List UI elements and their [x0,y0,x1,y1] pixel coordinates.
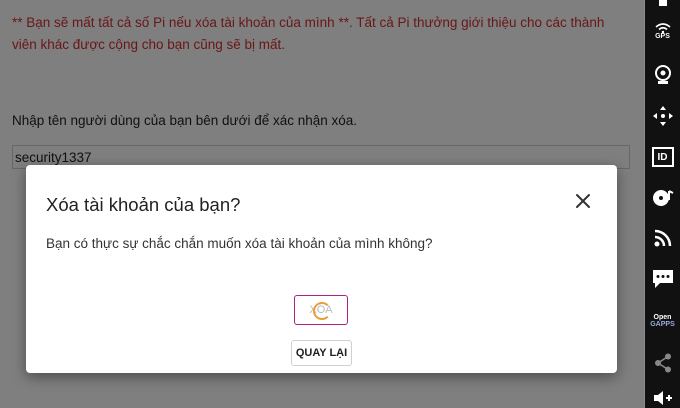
delete-button[interactable]: XÓA [294,295,348,325]
move-button[interactable] [645,101,680,131]
id-button[interactable]: ID [645,142,680,172]
webcam-button[interactable] [645,60,680,90]
delete-account-dialog: Xóa tài khoản của bạn? Bạn có thực sự ch… [26,165,617,373]
open-gapps-button[interactable]: Open GAPPS [645,306,680,336]
network-button[interactable] [645,223,680,253]
share-icon [654,353,671,373]
gps-label: GPS [655,32,670,40]
id-label: ID [657,151,668,163]
emulator-sidebar: GPS ID Open GAPPS [645,0,680,408]
rss-icon [654,229,671,247]
gps-button[interactable]: GPS [645,18,680,44]
volume-up-icon [653,391,672,405]
volume-up-button[interactable] [645,388,680,408]
share-button[interactable] [645,348,680,378]
close-button[interactable] [573,191,593,211]
loading-spinner-icon [313,302,331,320]
disc-icon [652,190,673,206]
open-gapps-label-2: GAPPS [650,321,675,328]
open-gapps-label-1: Open [653,314,672,321]
sms-button[interactable] [645,264,680,294]
webcam-icon [654,65,671,84]
message-icon [652,270,673,288]
back-button[interactable]: QUAY LẠI [291,340,352,366]
dialog-message: Bạn có thực sự chắc chắn muốn xóa tài kh… [46,236,433,251]
media-button[interactable] [645,183,680,213]
battery-icon[interactable] [645,0,680,8]
close-icon [576,194,590,208]
wifi-icon [654,22,671,33]
id-icon: ID [651,147,674,167]
dialog-title: Xóa tài khoản của bạn? [46,194,241,215]
move-arrows-icon [652,106,673,126]
